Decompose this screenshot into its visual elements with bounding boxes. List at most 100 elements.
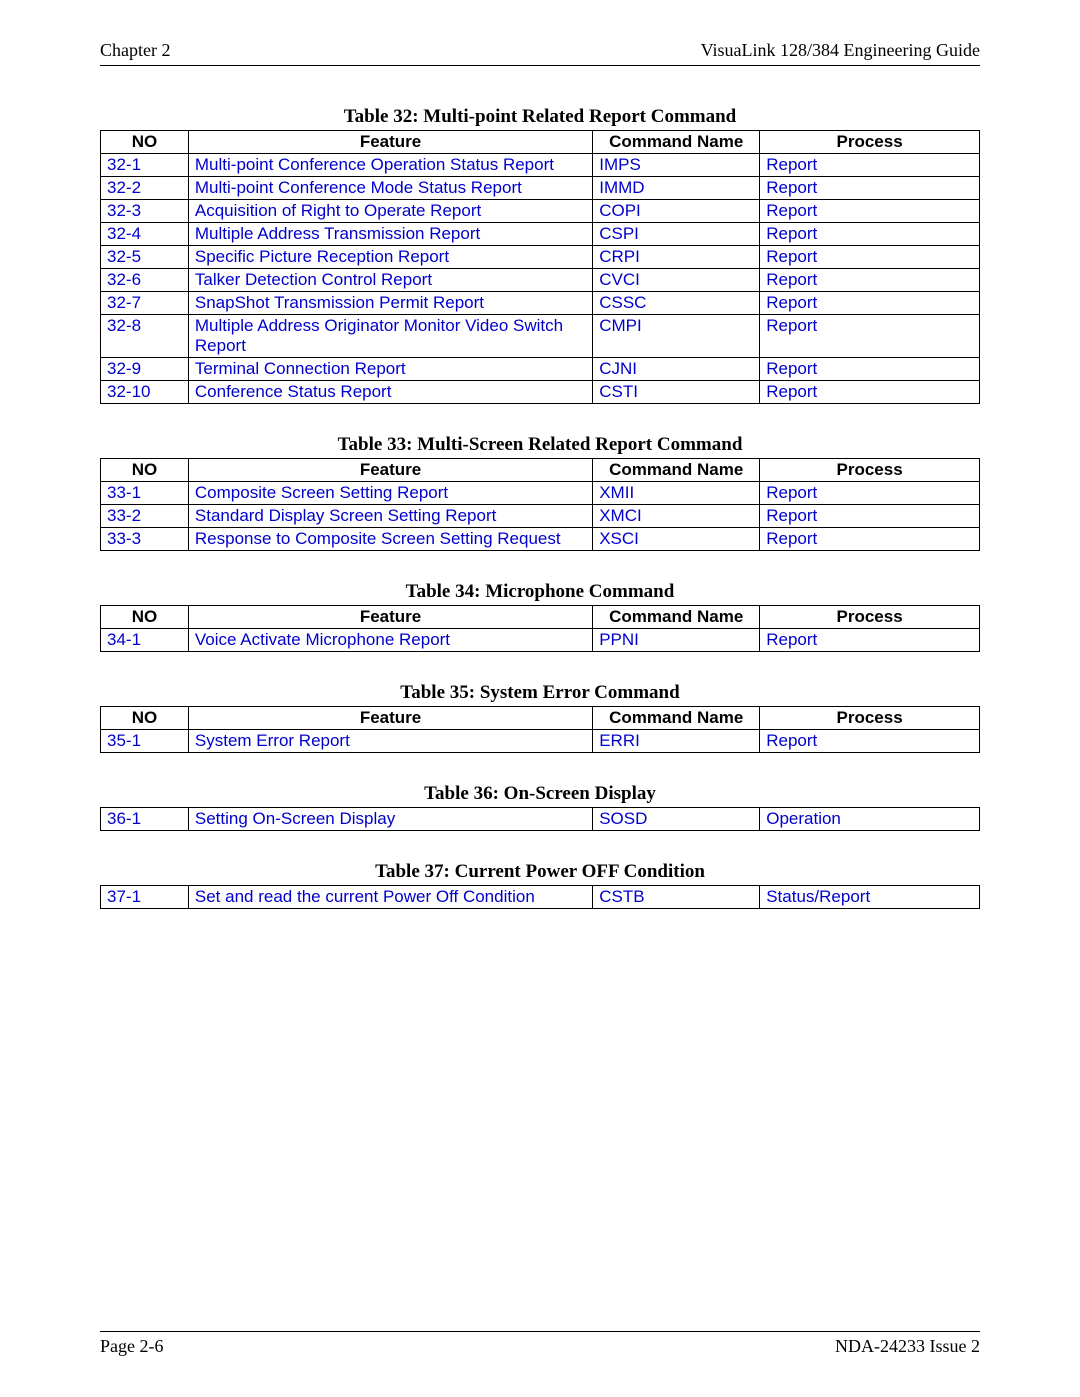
table-row: 35-1System Error ReportERRIReport: [101, 730, 980, 753]
table-caption: Table 35: System Error Command: [100, 682, 980, 704]
table-row: 32-9Terminal Connection ReportCJNIReport: [101, 358, 980, 381]
cell-feature: Composite Screen Setting Report: [188, 482, 592, 505]
footer-right: NDA-24233 Issue 2: [835, 1336, 980, 1357]
cell-feature: Terminal Connection Report: [188, 358, 592, 381]
cell-no: 32-1: [101, 154, 189, 177]
table-caption: Table 33: Multi-Screen Related Report Co…: [100, 434, 980, 456]
cell-proc: Report: [760, 315, 980, 358]
table-row: 32-1Multi-point Conference Operation Sta…: [101, 154, 980, 177]
cell-cmd: CMPI: [593, 315, 760, 358]
cell-proc: Report: [760, 246, 980, 269]
cell-no: 32-7: [101, 292, 189, 315]
cell-no: 37-1: [101, 886, 189, 909]
cell-feature: SnapShot Transmission Permit Report: [188, 292, 592, 315]
cell-no: 35-1: [101, 730, 189, 753]
table-row: 36-1Setting On-Screen DisplaySOSDOperati…: [101, 808, 980, 831]
cell-cmd: CSTI: [593, 381, 760, 404]
table-header-cell: Process: [760, 606, 980, 629]
command-table: NOFeatureCommand NameProcess34-1Voice Ac…: [100, 605, 980, 652]
cell-no: 32-8: [101, 315, 189, 358]
table-caption: Table 37: Current Power OFF Condition: [100, 861, 980, 883]
cell-proc: Report: [760, 200, 980, 223]
cell-feature: Standard Display Screen Setting Report: [188, 505, 592, 528]
cell-feature: Response to Composite Screen Setting Req…: [188, 528, 592, 551]
cell-no: 33-1: [101, 482, 189, 505]
cell-proc: Status/Report: [760, 886, 980, 909]
table-header-cell: NO: [101, 707, 189, 730]
table-header-cell: Process: [760, 459, 980, 482]
table-row: 32-2Multi-point Conference Mode Status R…: [101, 177, 980, 200]
cell-feature: Talker Detection Control Report: [188, 269, 592, 292]
cell-no: 32-5: [101, 246, 189, 269]
cell-feature: Voice Activate Microphone Report: [188, 629, 592, 652]
cell-cmd: CRPI: [593, 246, 760, 269]
table-header-cell: Process: [760, 707, 980, 730]
table-header-cell: Feature: [188, 459, 592, 482]
table-header-cell: Command Name: [593, 606, 760, 629]
table-header-row: NOFeatureCommand NameProcess: [101, 707, 980, 730]
cell-cmd: IMMD: [593, 177, 760, 200]
cell-proc: Report: [760, 381, 980, 404]
cell-feature: Conference Status Report: [188, 381, 592, 404]
table-row: 33-1Composite Screen Setting ReportXMIIR…: [101, 482, 980, 505]
command-table: NOFeatureCommand NameProcess35-1System E…: [100, 706, 980, 753]
cell-proc: Report: [760, 358, 980, 381]
table-header-cell: Command Name: [593, 131, 760, 154]
table-header-cell: Command Name: [593, 459, 760, 482]
header-left: Chapter 2: [100, 40, 170, 61]
cell-proc: Report: [760, 730, 980, 753]
table-header-cell: NO: [101, 606, 189, 629]
cell-feature: Multi-point Conference Operation Status …: [188, 154, 592, 177]
cell-proc: Report: [760, 482, 980, 505]
cell-feature: Setting On-Screen Display: [188, 808, 592, 831]
cell-feature: Acquisition of Right to Operate Report: [188, 200, 592, 223]
table-header-cell: Command Name: [593, 707, 760, 730]
cell-no: 32-4: [101, 223, 189, 246]
cell-no: 34-1: [101, 629, 189, 652]
cell-cmd: CSSC: [593, 292, 760, 315]
table-header-row: NOFeatureCommand NameProcess: [101, 459, 980, 482]
cell-cmd: XMCI: [593, 505, 760, 528]
cell-feature: Multiple Address Originator Monitor Vide…: [188, 315, 592, 358]
cell-cmd: ERRI: [593, 730, 760, 753]
table-row: 32-8Multiple Address Originator Monitor …: [101, 315, 980, 358]
table-header-cell: Feature: [188, 707, 592, 730]
table-row: 34-1Voice Activate Microphone ReportPPNI…: [101, 629, 980, 652]
command-table: NOFeatureCommand NameProcess32-1Multi-po…: [100, 130, 980, 404]
table-row: 33-2Standard Display Screen Setting Repo…: [101, 505, 980, 528]
table-row: 32-3Acquisition of Right to Operate Repo…: [101, 200, 980, 223]
table-row: 32-10Conference Status ReportCSTIReport: [101, 381, 980, 404]
table-caption: Table 34: Microphone Command: [100, 581, 980, 603]
cell-cmd: PPNI: [593, 629, 760, 652]
command-table: 37-1Set and read the current Power Off C…: [100, 885, 980, 909]
table-row: 32-7SnapShot Transmission Permit ReportC…: [101, 292, 980, 315]
cell-proc: Operation: [760, 808, 980, 831]
table-header-cell: Feature: [188, 131, 592, 154]
table-header-cell: Feature: [188, 606, 592, 629]
cell-cmd: CVCI: [593, 269, 760, 292]
table-row: 33-3Response to Composite Screen Setting…: [101, 528, 980, 551]
table-row: 32-4Multiple Address Transmission Report…: [101, 223, 980, 246]
cell-proc: Report: [760, 528, 980, 551]
table-header-row: NOFeatureCommand NameProcess: [101, 131, 980, 154]
cell-feature: Multiple Address Transmission Report: [188, 223, 592, 246]
table-header-cell: NO: [101, 459, 189, 482]
cell-no: 32-9: [101, 358, 189, 381]
cell-no: 36-1: [101, 808, 189, 831]
cell-no: 33-2: [101, 505, 189, 528]
table-caption: Table 32: Multi-point Related Report Com…: [100, 106, 980, 128]
table-header-cell: NO: [101, 131, 189, 154]
cell-cmd: CSPI: [593, 223, 760, 246]
cell-proc: Report: [760, 505, 980, 528]
cell-no: 33-3: [101, 528, 189, 551]
cell-cmd: XSCI: [593, 528, 760, 551]
tables-container: Table 32: Multi-point Related Report Com…: [100, 106, 980, 909]
cell-proc: Report: [760, 177, 980, 200]
cell-no: 32-10: [101, 381, 189, 404]
cell-feature: System Error Report: [188, 730, 592, 753]
cell-proc: Report: [760, 292, 980, 315]
cell-proc: Report: [760, 154, 980, 177]
header-right: VisuaLink 128/384 Engineering Guide: [701, 40, 980, 61]
cell-cmd: COPI: [593, 200, 760, 223]
cell-cmd: SOSD: [593, 808, 760, 831]
